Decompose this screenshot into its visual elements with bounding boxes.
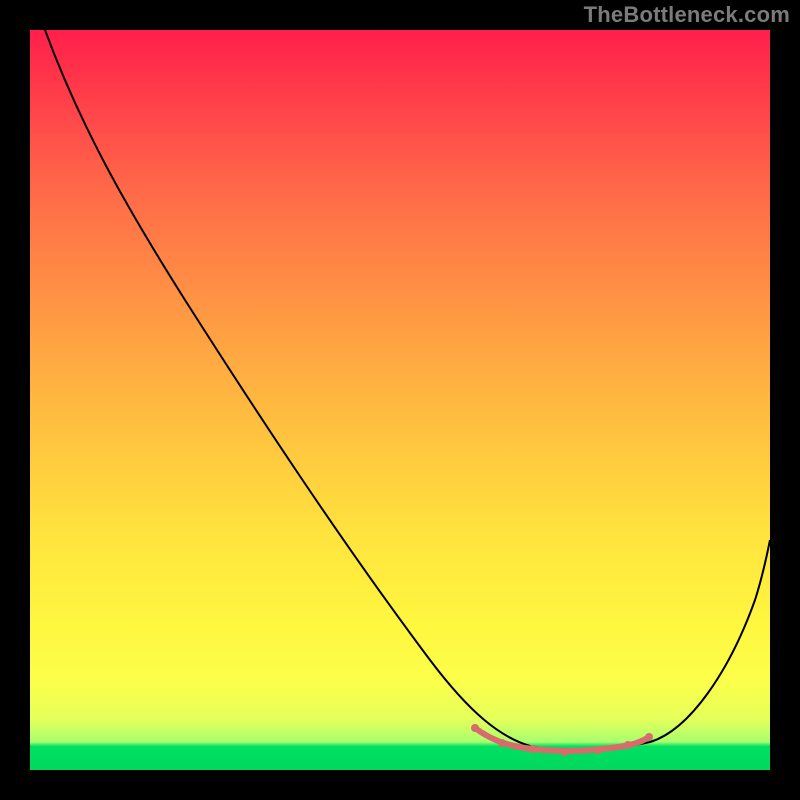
- marker-dot: [561, 748, 569, 756]
- marker-dot: [624, 741, 632, 749]
- chart-area: [30, 30, 770, 770]
- marker-dot: [528, 745, 536, 753]
- bottleneck-curve: [45, 30, 770, 751]
- marker-dot: [594, 746, 602, 754]
- marker-dot: [471, 724, 479, 732]
- marker-dot: [645, 733, 653, 741]
- marker-dot: [498, 739, 506, 747]
- watermark-text: TheBottleneck.com: [584, 2, 790, 28]
- chart-svg: [30, 30, 770, 770]
